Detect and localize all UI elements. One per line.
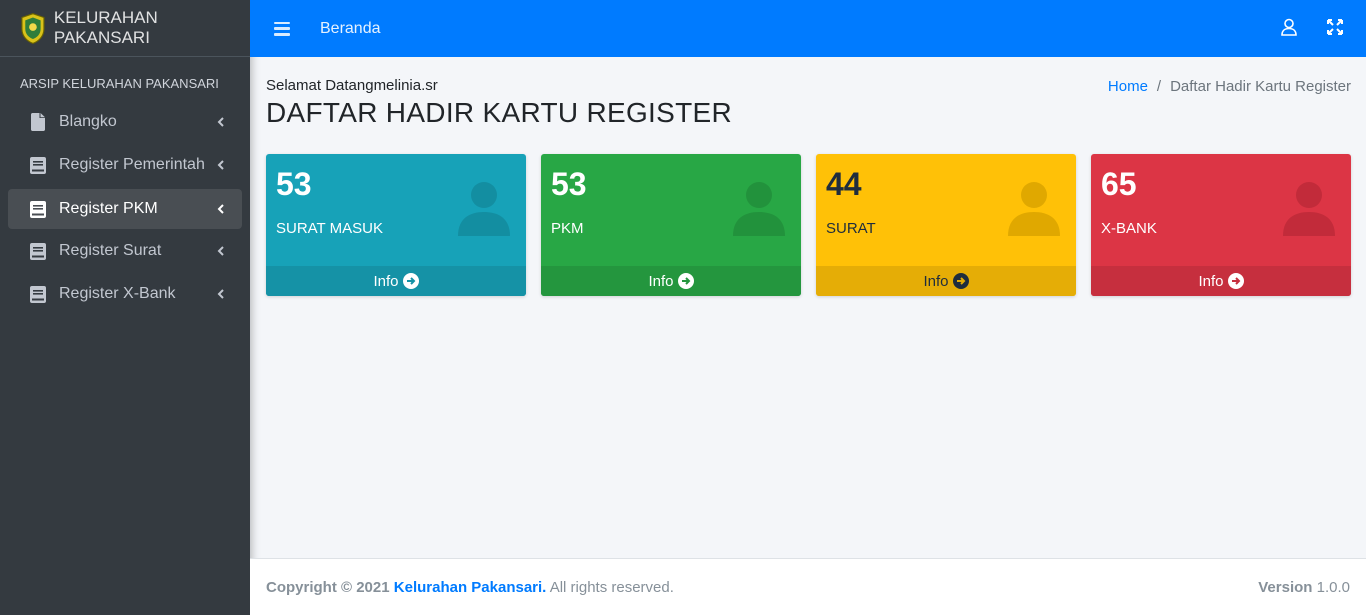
sidebar-item-blangko[interactable]: Blangko	[8, 102, 242, 142]
book-icon	[29, 242, 47, 260]
sidebar-item-register-pemerintah[interactable]: Register Pemerintah	[8, 145, 242, 185]
box-footer-label: Info	[648, 272, 674, 290]
info-box-pkm: 53 PKM Info	[541, 154, 801, 296]
box-footer-label: Info	[1198, 272, 1224, 290]
user-silhouette-icon	[733, 182, 785, 236]
breadcrumb-current: Daftar Hadir Kartu Register	[1170, 78, 1351, 95]
rights-text: All rights reserved.	[549, 579, 674, 596]
sidebar-item-label: Register Pemerintah	[59, 156, 205, 173]
nav-link-beranda[interactable]: Beranda	[320, 20, 381, 38]
book-icon	[29, 200, 47, 218]
breadcrumb: Home / Daftar Hadir Kartu Register	[1108, 78, 1351, 95]
chevron-left-icon	[217, 204, 224, 214]
brand-text: KELURAHAN PAKANSARI	[53, 8, 158, 47]
arrow-circle-right-icon	[1227, 273, 1244, 289]
chevron-left-icon	[217, 289, 224, 299]
breadcrumb-separator: /	[1156, 78, 1162, 95]
box-label: PKM	[551, 220, 584, 237]
chevron-left-icon	[217, 160, 224, 170]
user-silhouette-icon	[1008, 182, 1060, 236]
brand-logo-icon	[21, 12, 45, 44]
box-count: 65	[1101, 166, 1137, 202]
fullscreen-icon[interactable]	[1326, 18, 1344, 36]
brand[interactable]: KELURAHAN PAKANSARI	[0, 0, 250, 57]
sidebar: KELURAHAN PAKANSARI ARSIP KELURAHAN PAKA…	[0, 0, 250, 615]
file-icon	[29, 113, 47, 131]
info-box-x-bank: 65 X-BANK Info	[1091, 154, 1351, 296]
chevron-left-icon	[217, 246, 224, 256]
copyright-text: Copyright © 2021	[266, 579, 390, 596]
user-icon[interactable]	[1280, 18, 1298, 36]
info-box-surat-masuk: 53 SURAT MASUK Info	[266, 154, 526, 296]
top-navbar: Beranda	[250, 0, 1366, 57]
user-silhouette-icon	[458, 182, 510, 236]
box-count: 44	[826, 166, 862, 202]
arrow-circle-right-icon	[402, 273, 419, 289]
page-footer: Copyright © 2021 Kelurahan Pakansari. Al…	[250, 558, 1366, 615]
arrow-circle-right-icon	[677, 273, 694, 289]
box-info-link[interactable]: Info	[1091, 266, 1351, 296]
box-count: 53	[276, 166, 312, 202]
sidebar-item-label: Register X-Bank	[59, 285, 176, 302]
top-right-icons	[1280, 18, 1344, 36]
menu-toggle-icon[interactable]	[274, 21, 290, 36]
box-footer-label: Info	[373, 272, 399, 290]
box-label: SURAT	[826, 220, 876, 237]
box-info-link[interactable]: Info	[541, 266, 801, 296]
sidebar-item-register-pkm[interactable]: Register PKM	[8, 189, 242, 229]
sidebar-item-label: Register Surat	[59, 242, 162, 259]
footer-copyright: Copyright © 2021 Kelurahan Pakansari. Al…	[266, 579, 674, 596]
box-footer-label: Info	[923, 272, 949, 290]
greeting-text: Selamat Datangmelinia.sr	[266, 77, 438, 94]
box-info-link[interactable]: Info	[266, 266, 526, 296]
sidebar-item-label: Register PKM	[59, 200, 158, 217]
version-number: 1.0.0	[1316, 579, 1350, 596]
page-title: DAFTAR HADIR KARTU REGISTER	[266, 97, 732, 128]
book-icon	[29, 285, 47, 303]
version-label: Version	[1258, 579, 1313, 596]
arrow-circle-right-icon	[952, 273, 969, 289]
sidebar-header: ARSIP KELURAHAN PAKANSARI	[20, 76, 219, 91]
footer-org-link[interactable]: Kelurahan Pakansari.	[394, 579, 547, 596]
chevron-left-icon	[217, 117, 224, 127]
breadcrumb-home-link[interactable]: Home	[1108, 78, 1148, 95]
info-box-surat: 44 SURAT Info	[816, 154, 1076, 296]
footer-version: Version 1.0.0	[1258, 579, 1350, 596]
box-label: X-BANK	[1101, 220, 1157, 237]
main-content: Selamat Datangmelinia.sr DAFTAR HADIR KA…	[250, 57, 1366, 558]
user-silhouette-icon	[1283, 182, 1335, 236]
book-icon	[29, 156, 47, 174]
sidebar-item-register-surat[interactable]: Register Surat	[8, 231, 242, 271]
box-label: SURAT MASUK	[276, 220, 383, 237]
sidebar-item-register-x-bank[interactable]: Register X-Bank	[8, 274, 242, 314]
box-count: 53	[551, 166, 587, 202]
sidebar-item-label: Blangko	[59, 113, 117, 130]
box-info-link[interactable]: Info	[816, 266, 1076, 296]
